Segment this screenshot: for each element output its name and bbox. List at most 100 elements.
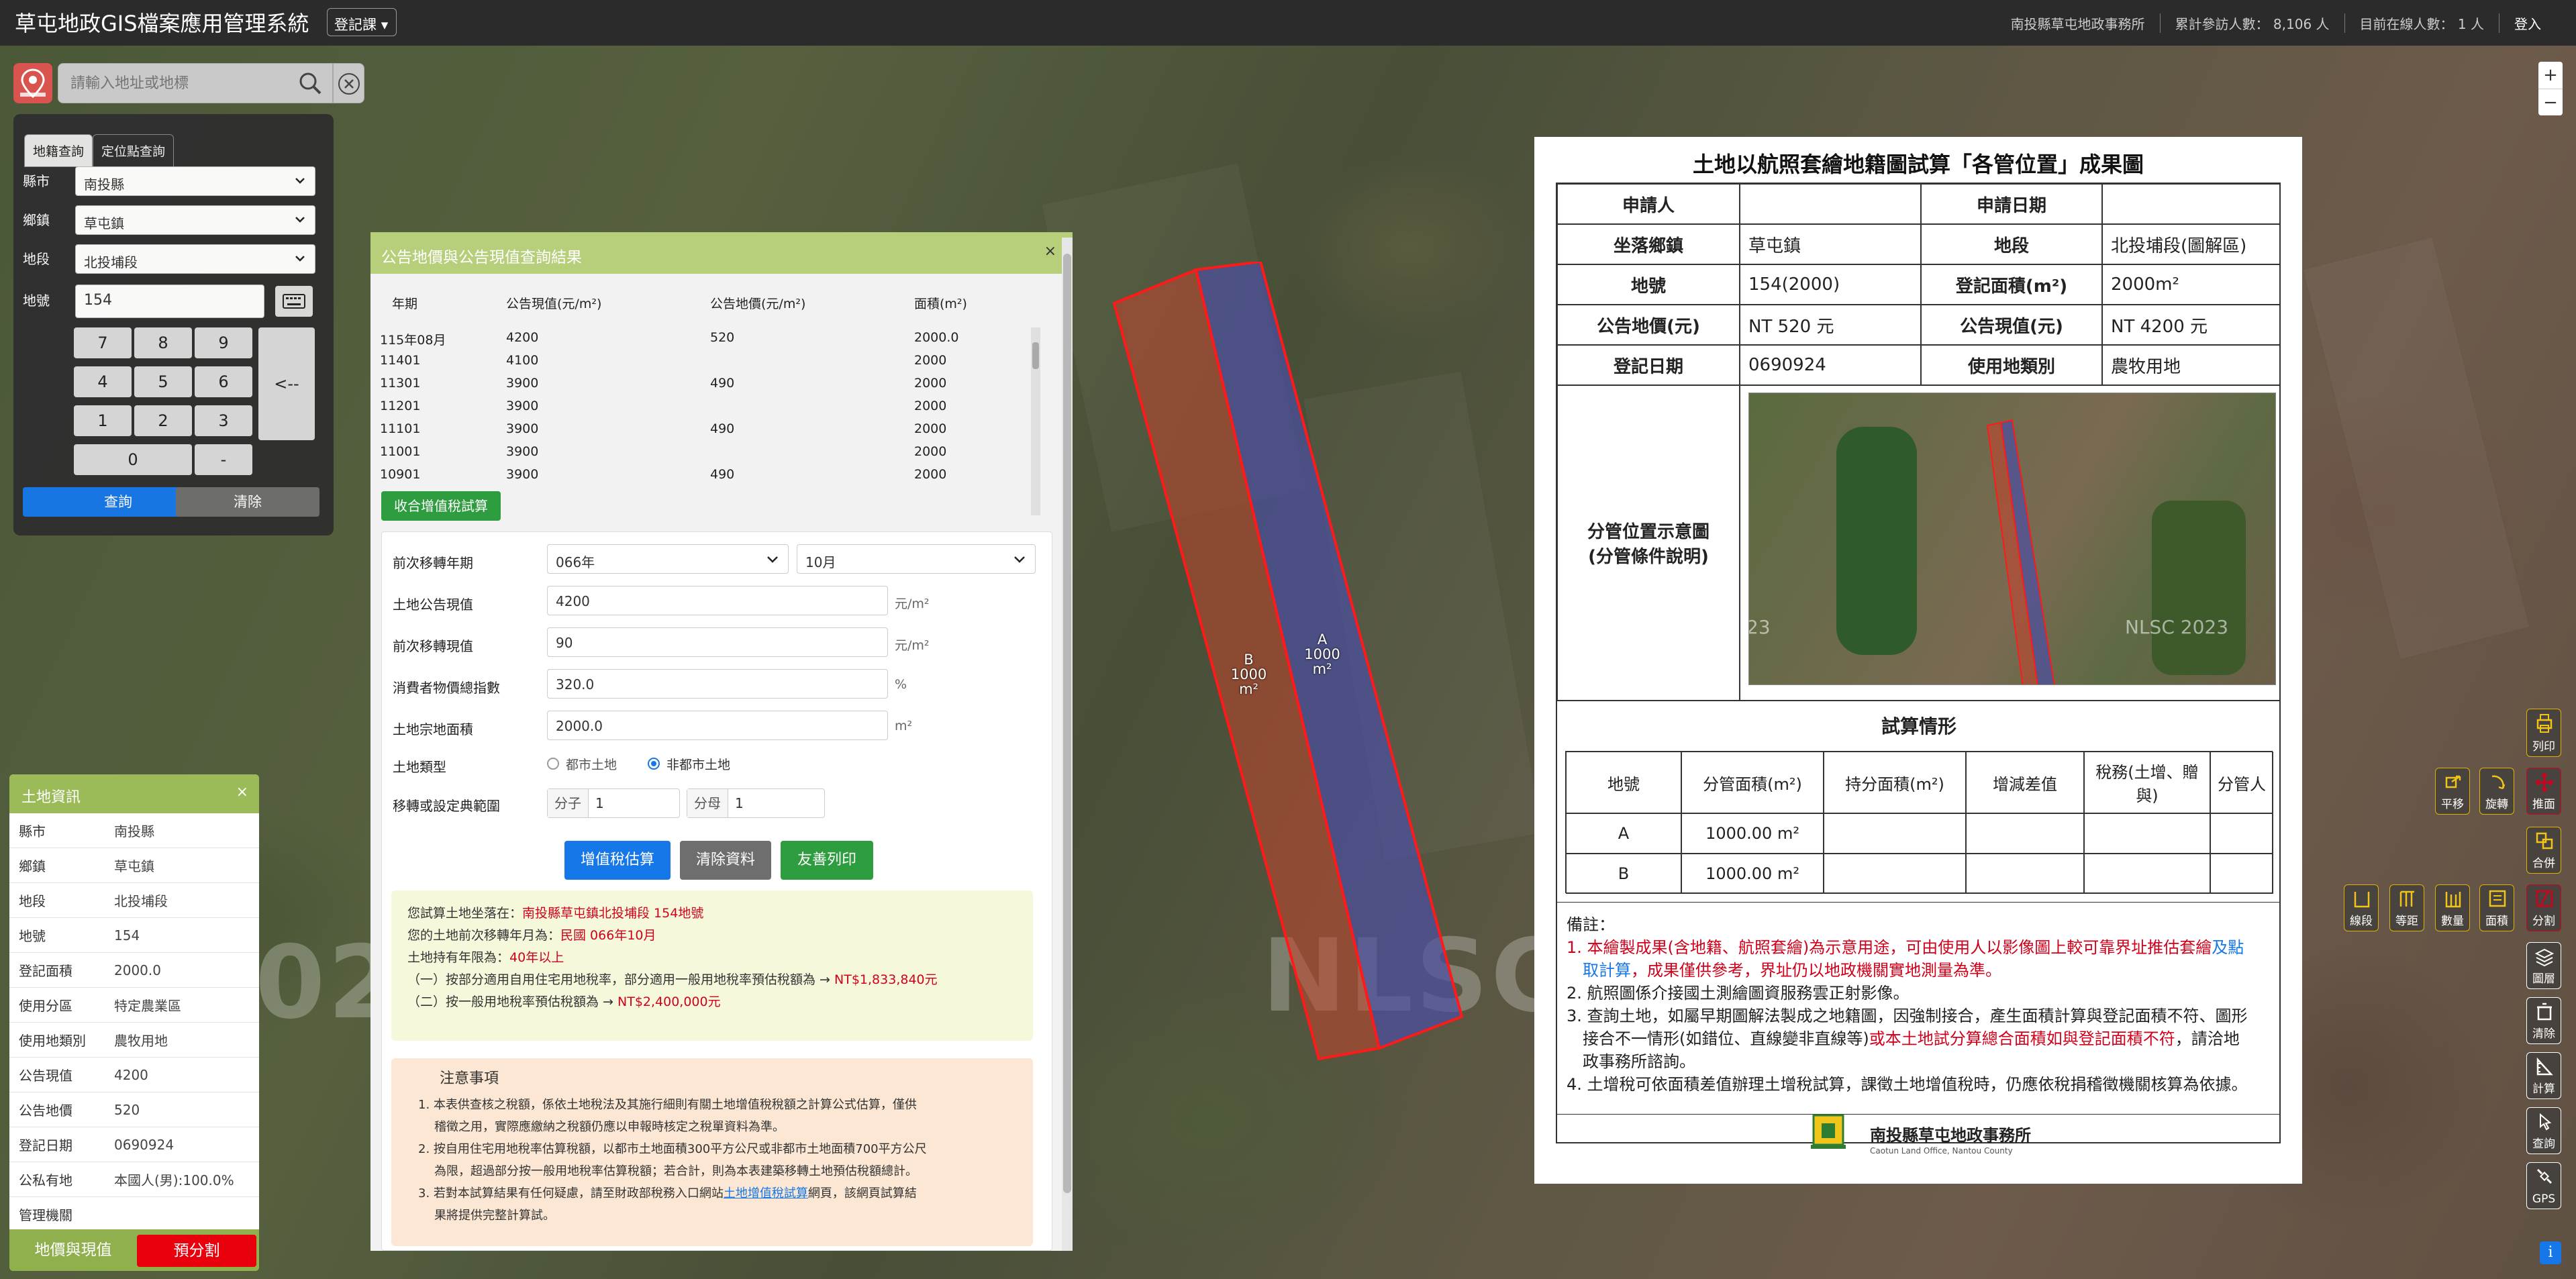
table-cell: 4200 (506, 330, 539, 345)
land-info-value: 特定農業區 (114, 998, 181, 1014)
keypad-5[interactable]: 5 (134, 366, 192, 397)
search-input[interactable] (58, 64, 287, 103)
satellite-icon (2536, 1168, 2553, 1184)
split-tool[interactable]: 分割 (2526, 884, 2561, 931)
area-input[interactable]: 2000.0 (547, 711, 888, 740)
applicant-label: 申請人 (1557, 184, 1740, 224)
count-tool[interactable]: 數量 (2435, 884, 2470, 931)
land-info-value: 草屯鎮 (114, 858, 154, 874)
section-select[interactable]: 北投埔段 (75, 244, 315, 274)
pre-split-button[interactable]: 預分割 (137, 1235, 256, 1267)
remark-1-link-cont[interactable]: 取計算 (1583, 961, 1631, 980)
merge-tool[interactable]: 合併 (2526, 827, 2561, 874)
keypad-0[interactable]: 0 (74, 444, 192, 475)
land-info-key: 公告地價 (19, 1103, 72, 1119)
print-tool[interactable]: 列印 (2526, 709, 2561, 757)
prev-month-value: 10月 (805, 554, 836, 570)
area-label: 土地宗地面積 (393, 721, 473, 737)
zoom-in-button[interactable]: + (2538, 62, 2563, 89)
rotate-tool[interactable]: 旋轉 (2479, 768, 2514, 815)
table-cell: 11101 (380, 421, 421, 436)
lot-input[interactable]: 154 (75, 285, 264, 318)
tab-cadastral-query[interactable]: 地籍查詢 (24, 134, 93, 167)
table-cell: 115年08月 (380, 333, 446, 348)
land-value-input[interactable]: 4200 (547, 586, 888, 615)
table-cell: 2000 (914, 399, 947, 413)
panel-scrollbar[interactable] (1062, 238, 1073, 1251)
address-search (13, 63, 364, 103)
keypad-8[interactable]: 8 (134, 327, 192, 358)
login-link[interactable]: 登入 (2499, 13, 2556, 33)
calc-header: 增減差值 (1966, 752, 2084, 813)
parcel-overlay[interactable] (1107, 262, 1470, 1067)
prev-value-input[interactable]: 90 (547, 627, 888, 657)
clear-tool[interactable]: 清除 (2526, 997, 2561, 1044)
reg-date-value: 0690924 (1740, 345, 1921, 385)
radio-non-urban[interactable] (648, 758, 660, 770)
equal-tool[interactable]: 等距 (2389, 884, 2424, 931)
calc-section: 試算情形 地號 分管面積(m²) 持分面積(m²) 增減差值 稅務(土增、贈與) 分管人 A… (1557, 701, 2281, 902)
push-tool[interactable]: 推面 (2526, 768, 2561, 815)
map-marker-icon[interactable] (13, 63, 52, 103)
prev-month-select[interactable]: 10月 (797, 544, 1036, 574)
keypad-9[interactable]: 9 (195, 327, 252, 358)
prev-year-value: 066年 (556, 554, 595, 570)
land-info-key: 登記日期 (19, 1137, 72, 1154)
calc-cell: A (1566, 813, 1681, 854)
county-select[interactable]: 南投縣 (75, 166, 315, 196)
keypad-2[interactable]: 2 (134, 405, 192, 436)
remark-1-link[interactable]: 及點 (2212, 938, 2244, 957)
search-icon[interactable] (293, 68, 327, 99)
land-info-row: 登記面積 2000.0 (9, 953, 259, 988)
keypad-7[interactable]: 7 (74, 327, 132, 358)
land-info-value: 2000.0 (114, 962, 161, 978)
layers-tool[interactable]: 圖層 (2526, 942, 2561, 989)
area-tool[interactable]: 面積 (2479, 884, 2514, 931)
lot-value: 154(2000) (1740, 264, 1921, 305)
keypad-dash[interactable]: - (195, 444, 252, 475)
note-1: 1. 本表供查核之稅額，係依土地稅法及其施行細則有關土地增值稅稅額之計算公式估算… (418, 1098, 917, 1112)
land-info-row: 地號 154 (9, 918, 259, 953)
tab-point-query[interactable]: 定位點查詢 (93, 134, 175, 167)
numerator-input[interactable]: 分子 1 (547, 788, 680, 818)
keypad-3[interactable]: 3 (195, 405, 252, 436)
estimate-tax-button[interactable]: 增值稅估算 (564, 841, 671, 880)
land-info-key: 公告現值 (19, 1068, 72, 1084)
print-button[interactable]: 友善列印 (781, 841, 873, 880)
town-select[interactable]: 草屯鎮 (75, 205, 315, 235)
gps-tool[interactable]: GPS (2526, 1162, 2561, 1209)
info-icon[interactable]: i (2540, 1241, 2561, 1264)
scrollbar-thumb[interactable] (1063, 254, 1071, 1193)
table-cell: 520 (710, 330, 735, 345)
land-type-label: 土地類型 (393, 759, 446, 775)
parcel-b-label: B 1000 m² (1220, 652, 1277, 697)
clear-button[interactable]: 清除 (176, 487, 319, 517)
close-icon[interactable]: × (236, 784, 248, 801)
table-scrollbar-thumb[interactable] (1032, 342, 1039, 369)
tax-calculator-link[interactable]: 土地增值稅試算 (724, 1186, 808, 1200)
keypad-1[interactable]: 1 (74, 405, 132, 436)
zoom-out-button[interactable]: − (2538, 89, 2563, 115)
denominator-input[interactable]: 分母 1 (687, 788, 825, 818)
collapse-tax-button[interactable]: 收合增值稅試算 (381, 491, 501, 521)
prev-year-select[interactable]: 066年 (547, 544, 789, 574)
keypad-backspace[interactable]: <-- (258, 327, 315, 440)
keyboard-icon[interactable] (275, 286, 313, 317)
keypad-4[interactable]: 4 (74, 366, 132, 397)
line-tool[interactable]: 線段 (2344, 884, 2379, 931)
cpi-input[interactable]: 320.0 (547, 669, 888, 699)
land-value-button[interactable]: 地價與現值 (9, 1229, 137, 1271)
radio-urban[interactable] (547, 758, 559, 770)
calc-cell (1966, 813, 2084, 854)
close-icon[interactable] (333, 63, 364, 103)
department-dropdown[interactable]: 登記課 ▾ (327, 8, 397, 36)
clear-data-button[interactable]: 清除資料 (680, 841, 771, 880)
table-scrollbar[interactable] (1031, 327, 1040, 515)
calc-tool[interactable]: 計算 (2526, 1052, 2561, 1099)
note-2-cont: 為限，超過部分按一般用地稅率估算稅額；若合計，則為本表建築移轉土地預估稅額總計。 (434, 1164, 918, 1178)
keypad-6[interactable]: 6 (195, 366, 252, 397)
close-icon[interactable]: × (1044, 243, 1056, 260)
pan-tool[interactable]: 平移 (2435, 768, 2470, 815)
prev-value-label: 前次移轉現值 (393, 638, 473, 654)
query-tool[interactable]: 查詢 (2526, 1107, 2561, 1154)
